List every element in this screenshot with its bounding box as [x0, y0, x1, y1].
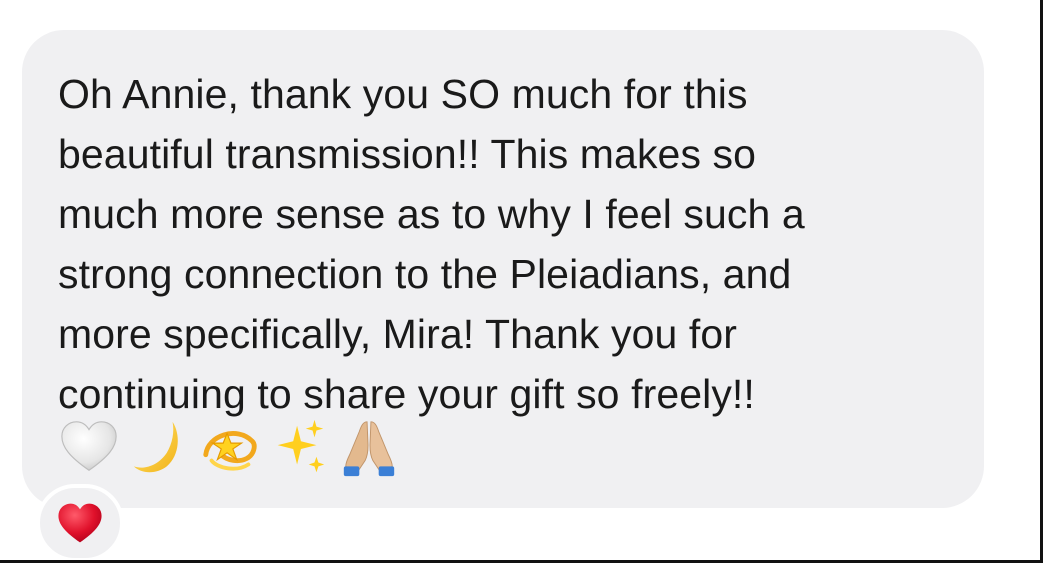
message-text: Oh Annie, thank you SO much for this bea…	[58, 71, 805, 417]
reaction-badge[interactable]	[36, 484, 124, 562]
sparkles-icon	[277, 419, 325, 473]
white-heart-icon	[61, 421, 117, 471]
dizzy-icon	[203, 431, 257, 471]
red-heart-icon	[58, 503, 102, 543]
folded-hands-icon	[343, 421, 395, 477]
crescent-moon-icon	[133, 421, 178, 473]
emoji-row	[58, 412, 400, 482]
